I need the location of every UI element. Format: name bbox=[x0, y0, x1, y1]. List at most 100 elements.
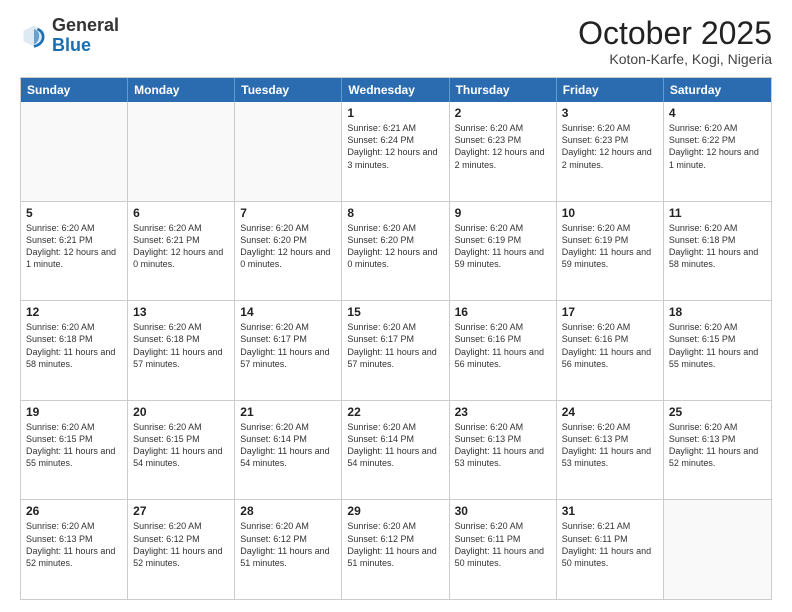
calendar-cell: 31 Sunrise: 6:21 AM Sunset: 6:11 PM Dayli… bbox=[557, 500, 664, 599]
day-number: 31 bbox=[562, 504, 658, 518]
calendar-row-1: 5 Sunrise: 6:20 AM Sunset: 6:21 PM Daylig… bbox=[21, 201, 771, 301]
cell-text: Sunrise: 6:20 AM Sunset: 6:18 PM Dayligh… bbox=[133, 321, 229, 370]
day-number: 4 bbox=[669, 106, 766, 120]
weekday-header-tuesday: Tuesday bbox=[235, 78, 342, 102]
calendar-cell: 8Sunrise: 6:20 AM Sunset: 6:20 PM Daylig… bbox=[342, 202, 449, 301]
calendar-header: SundayMondayTuesdayWednesdayThursdayFrid… bbox=[21, 78, 771, 102]
day-number: 10 bbox=[562, 206, 658, 220]
calendar-row-2: 12 Sunrise: 6:20 AM Sunset: 6:18 PM Dayli… bbox=[21, 300, 771, 400]
weekday-header-thursday: Thursday bbox=[450, 78, 557, 102]
logo-icon bbox=[20, 22, 48, 50]
cell-text: Sunrise: 6:20 AM Sunset: 6:12 PM Dayligh… bbox=[347, 520, 443, 569]
day-number: 18 bbox=[669, 305, 766, 319]
cell-text: Sunrise: 6:20 AM Sunset: 6:12 PM Dayligh… bbox=[133, 520, 229, 569]
calendar-cell: 30 Sunrise: 6:20 AM Sunset: 6:11 PM Dayli… bbox=[450, 500, 557, 599]
cell-text: Sunrise: 6:21 AM Sunset: 6:11 PM Dayligh… bbox=[562, 520, 658, 569]
logo-text: General Blue bbox=[52, 16, 119, 56]
day-number: 27 bbox=[133, 504, 229, 518]
day-number: 15 bbox=[347, 305, 443, 319]
calendar-cell bbox=[21, 102, 128, 201]
day-number: 14 bbox=[240, 305, 336, 319]
calendar-cell: 13Sunrise: 6:20 AM Sunset: 6:18 PM Dayli… bbox=[128, 301, 235, 400]
calendar-cell: 22 Sunrise: 6:20 AM Sunset: 6:14 PM Dayli… bbox=[342, 401, 449, 500]
day-number: 22 bbox=[347, 405, 443, 419]
cell-text: Sunrise: 6:20 AM Sunset: 6:23 PM Dayligh… bbox=[455, 122, 551, 171]
page: General Blue October 2025 Koton-Karfe, K… bbox=[0, 0, 792, 612]
cell-text: Sunrise: 6:20 AM Sunset: 6:16 PM Dayligh… bbox=[562, 321, 658, 370]
day-number: 28 bbox=[240, 504, 336, 518]
cell-text: Sunrise: 6:20 AM Sunset: 6:12 PM Dayligh… bbox=[240, 520, 336, 569]
day-number: 17 bbox=[562, 305, 658, 319]
day-number: 7 bbox=[240, 206, 336, 220]
calendar-cell: 2Sunrise: 6:20 AM Sunset: 6:23 PM Daylig… bbox=[450, 102, 557, 201]
cell-text: Sunrise: 6:20 AM Sunset: 6:15 PM Dayligh… bbox=[26, 421, 122, 470]
cell-text: Sunrise: 6:20 AM Sunset: 6:14 PM Dayligh… bbox=[240, 421, 336, 470]
calendar-cell: 18Sunrise: 6:20 AM Sunset: 6:15 PM Dayli… bbox=[664, 301, 771, 400]
cell-text: Sunrise: 6:20 AM Sunset: 6:11 PM Dayligh… bbox=[455, 520, 551, 569]
calendar-cell: 23Sunrise: 6:20 AM Sunset: 6:13 PM Dayli… bbox=[450, 401, 557, 500]
cell-text: Sunrise: 6:20 AM Sunset: 6:16 PM Dayligh… bbox=[455, 321, 551, 370]
cell-text: Sunrise: 6:20 AM Sunset: 6:23 PM Dayligh… bbox=[562, 122, 658, 171]
day-number: 9 bbox=[455, 206, 551, 220]
calendar-cell: 12 Sunrise: 6:20 AM Sunset: 6:18 PM Dayli… bbox=[21, 301, 128, 400]
calendar-cell: 19 Sunrise: 6:20 AM Sunset: 6:15 PM Dayli… bbox=[21, 401, 128, 500]
cell-text: Sunrise: 6:20 AM Sunset: 6:13 PM Dayligh… bbox=[455, 421, 551, 470]
calendar: SundayMondayTuesdayWednesdayThursdayFrid… bbox=[20, 77, 772, 600]
calendar-cell: 11 Sunrise: 6:20 AM Sunset: 6:18 PM Dayli… bbox=[664, 202, 771, 301]
calendar-cell bbox=[235, 102, 342, 201]
cell-text: Sunrise: 6:20 AM Sunset: 6:19 PM Dayligh… bbox=[455, 222, 551, 271]
day-number: 12 bbox=[26, 305, 122, 319]
weekday-header-friday: Friday bbox=[557, 78, 664, 102]
day-number: 30 bbox=[455, 504, 551, 518]
logo: General Blue bbox=[20, 16, 119, 56]
cell-text: Sunrise: 6:20 AM Sunset: 6:21 PM Dayligh… bbox=[133, 222, 229, 271]
cell-text: Sunrise: 6:20 AM Sunset: 6:17 PM Dayligh… bbox=[347, 321, 443, 370]
cell-text: Sunrise: 6:20 AM Sunset: 6:13 PM Dayligh… bbox=[562, 421, 658, 470]
cell-text: Sunrise: 6:21 AM Sunset: 6:24 PM Dayligh… bbox=[347, 122, 443, 171]
day-number: 25 bbox=[669, 405, 766, 419]
calendar-cell: 17 Sunrise: 6:20 AM Sunset: 6:16 PM Dayli… bbox=[557, 301, 664, 400]
calendar-cell: 27 Sunrise: 6:20 AM Sunset: 6:12 PM Dayli… bbox=[128, 500, 235, 599]
day-number: 6 bbox=[133, 206, 229, 220]
calendar-cell: 24Sunrise: 6:20 AM Sunset: 6:13 PM Dayli… bbox=[557, 401, 664, 500]
cell-text: Sunrise: 6:20 AM Sunset: 6:13 PM Dayligh… bbox=[26, 520, 122, 569]
month-title: October 2025 bbox=[578, 16, 772, 51]
day-number: 3 bbox=[562, 106, 658, 120]
cell-text: Sunrise: 6:20 AM Sunset: 6:15 PM Dayligh… bbox=[133, 421, 229, 470]
cell-text: Sunrise: 6:20 AM Sunset: 6:18 PM Dayligh… bbox=[26, 321, 122, 370]
calendar-cell: 25 Sunrise: 6:20 AM Sunset: 6:13 PM Dayli… bbox=[664, 401, 771, 500]
calendar-cell: 29 Sunrise: 6:20 AM Sunset: 6:12 PM Dayli… bbox=[342, 500, 449, 599]
location-subtitle: Koton-Karfe, Kogi, Nigeria bbox=[578, 51, 772, 67]
day-number: 19 bbox=[26, 405, 122, 419]
calendar-row-4: 26Sunrise: 6:20 AM Sunset: 6:13 PM Dayli… bbox=[21, 499, 771, 599]
day-number: 29 bbox=[347, 504, 443, 518]
cell-text: Sunrise: 6:20 AM Sunset: 6:18 PM Dayligh… bbox=[669, 222, 766, 271]
day-number: 1 bbox=[347, 106, 443, 120]
cell-text: Sunrise: 6:20 AM Sunset: 6:14 PM Dayligh… bbox=[347, 421, 443, 470]
calendar-cell: 4 Sunrise: 6:20 AM Sunset: 6:22 PM Daylig… bbox=[664, 102, 771, 201]
day-number: 21 bbox=[240, 405, 336, 419]
calendar-cell: 15 Sunrise: 6:20 AM Sunset: 6:17 PM Dayli… bbox=[342, 301, 449, 400]
title-block: October 2025 Koton-Karfe, Kogi, Nigeria bbox=[578, 16, 772, 67]
day-number: 11 bbox=[669, 206, 766, 220]
weekday-header-sunday: Sunday bbox=[21, 78, 128, 102]
calendar-cell: 28 Sunrise: 6:20 AM Sunset: 6:12 PM Dayli… bbox=[235, 500, 342, 599]
cell-text: Sunrise: 6:20 AM Sunset: 6:17 PM Dayligh… bbox=[240, 321, 336, 370]
calendar-cell: 21 Sunrise: 6:20 AM Sunset: 6:14 PM Dayli… bbox=[235, 401, 342, 500]
weekday-header-monday: Monday bbox=[128, 78, 235, 102]
calendar-row-0: 1 Sunrise: 6:21 AM Sunset: 6:24 PM Daylig… bbox=[21, 102, 771, 201]
calendar-cell: 5 Sunrise: 6:20 AM Sunset: 6:21 PM Daylig… bbox=[21, 202, 128, 301]
day-number: 5 bbox=[26, 206, 122, 220]
day-number: 8 bbox=[347, 206, 443, 220]
cell-text: Sunrise: 6:20 AM Sunset: 6:22 PM Dayligh… bbox=[669, 122, 766, 171]
calendar-cell: 20Sunrise: 6:20 AM Sunset: 6:15 PM Dayli… bbox=[128, 401, 235, 500]
calendar-cell bbox=[664, 500, 771, 599]
calendar-cell bbox=[128, 102, 235, 201]
header: General Blue October 2025 Koton-Karfe, K… bbox=[20, 16, 772, 67]
cell-text: Sunrise: 6:20 AM Sunset: 6:21 PM Dayligh… bbox=[26, 222, 122, 271]
cell-text: Sunrise: 6:20 AM Sunset: 6:13 PM Dayligh… bbox=[669, 421, 766, 470]
calendar-row-3: 19 Sunrise: 6:20 AM Sunset: 6:15 PM Dayli… bbox=[21, 400, 771, 500]
calendar-cell: 3 Sunrise: 6:20 AM Sunset: 6:23 PM Daylig… bbox=[557, 102, 664, 201]
calendar-cell: 14 Sunrise: 6:20 AM Sunset: 6:17 PM Dayli… bbox=[235, 301, 342, 400]
weekday-header-wednesday: Wednesday bbox=[342, 78, 449, 102]
